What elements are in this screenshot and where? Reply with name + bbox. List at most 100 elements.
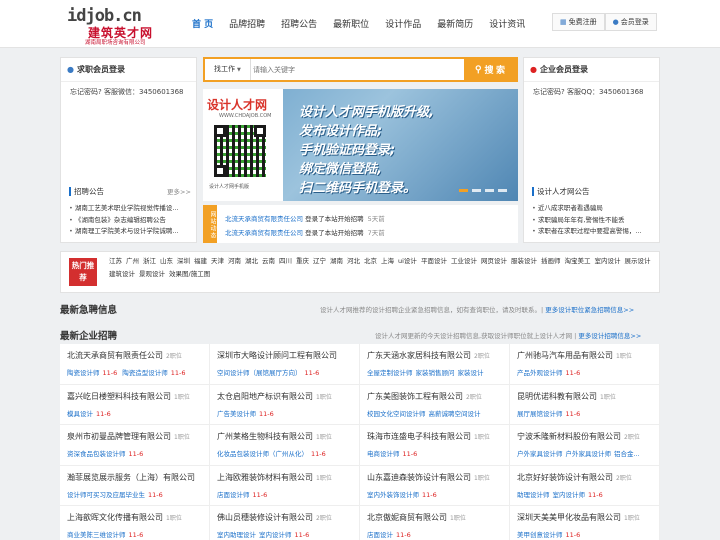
- latest-more-link[interactable]: 更多设计招聘信息>>: [578, 332, 641, 340]
- hot-tag[interactable]: 河南: [228, 256, 241, 267]
- hot-tag[interactable]: 上海: [381, 256, 394, 267]
- register-button[interactable]: ▦ 免费注册: [552, 13, 605, 31]
- job-link[interactable]: 广告美设计师: [217, 410, 256, 418]
- nav-home[interactable]: 首 页: [184, 15, 221, 35]
- job-link[interactable]: 店面设计: [367, 531, 393, 539]
- company-link[interactable]: 太仓启阳地产标识有限公司: [217, 392, 313, 401]
- hot-tag[interactable]: 湖北: [245, 256, 258, 267]
- company-link[interactable]: 广州驰马汽车用品有限公司: [517, 351, 613, 360]
- login-button[interactable]: ● 会员登录: [604, 13, 657, 31]
- hot-tag[interactable]: 湖南: [330, 256, 343, 267]
- hot-tag[interactable]: 江苏: [109, 256, 122, 267]
- hot-tag[interactable]: 平面设计: [421, 256, 447, 267]
- job-link[interactable]: 模具设计: [67, 410, 93, 418]
- company-link[interactable]: 嘉兴屹日楼塑料科技有限公司: [67, 392, 171, 401]
- job-link[interactable]: 校园文化空间设计师: [367, 410, 426, 418]
- urgent-more-link[interactable]: 更多设计职位紧急招聘信息>>: [545, 306, 634, 314]
- hot-tag[interactable]: 服装设计: [511, 256, 537, 267]
- company-link[interactable]: 珠海市连盛电子科技有限公司: [367, 432, 471, 441]
- activity-company-link[interactable]: 北流天承商贸有限责任公司: [225, 229, 303, 237]
- job-link[interactable]: 商业美陈三维设计师: [67, 531, 126, 539]
- job-link[interactable]: 室内设计师: [259, 531, 292, 539]
- job-link[interactable]: 美甲创意设计师: [517, 531, 563, 539]
- list-item[interactable]: 《湖南包装》杂志编辑招聘公告: [69, 215, 194, 227]
- job-link[interactable]: 全屋定制设计师: [367, 369, 413, 377]
- hot-tag[interactable]: 辽宁: [313, 256, 326, 267]
- hot-tag[interactable]: 广州: [126, 256, 139, 267]
- job-link[interactable]: 户外家具设计师: [566, 450, 612, 458]
- carousel-dot[interactable]: [485, 189, 494, 192]
- company-link[interactable]: 广州莱格生物科技有限公司: [217, 432, 313, 441]
- list-item[interactable]: 湖南工艺美术职业学院视觉传播设...: [69, 203, 194, 215]
- list-item[interactable]: 湖南理工学院美术与设计学院诚聘...: [69, 226, 194, 238]
- activity-company-link[interactable]: 北流天承商贸有限责任公司: [225, 215, 303, 223]
- search-type-select[interactable]: 找工作 ▼: [205, 59, 251, 80]
- company-link[interactable]: 北京好好装饰设计有限公司: [517, 473, 613, 482]
- jobseeker-login-title[interactable]: ● 求职会员登录: [61, 58, 196, 82]
- job-link[interactable]: 室内助理设计: [217, 531, 256, 539]
- company-link[interactable]: 上海歆晖文化传播有限公司: [67, 513, 163, 522]
- company-link[interactable]: 宁波禾隆新材料股份有限公司: [517, 432, 621, 441]
- hot-tag[interactable]: 重庆: [296, 256, 309, 267]
- company-link[interactable]: 山东嘉迪森装饰设计有限公司: [367, 473, 471, 482]
- hot-tag[interactable]: 浙江: [143, 256, 156, 267]
- job-link[interactable]: 陶瓷设计师: [67, 369, 100, 377]
- hot-tag[interactable]: 北京: [364, 256, 377, 267]
- job-link[interactable]: 户外家具设计师: [517, 450, 563, 458]
- company-link[interactable]: 深圳天美美甲化妆品有限公司: [517, 513, 621, 522]
- company-link[interactable]: 广东天涵水家居科技有限公司: [367, 351, 471, 360]
- jobseeker-help-line[interactable]: 忘记密码? 客服微信：3450601368: [70, 87, 183, 97]
- hot-tag[interactable]: 室内设计: [594, 256, 620, 267]
- hot-tag[interactable]: 景观设计: [139, 269, 165, 280]
- hot-tag[interactable]: 网页设计: [481, 256, 507, 267]
- search-button[interactable]: ⚲ 搜 索: [464, 59, 516, 80]
- job-link[interactable]: 电商设计师: [367, 450, 400, 458]
- company-link[interactable]: 佛山员穗装修设计有限公司: [217, 513, 313, 522]
- nav-design-works[interactable]: 设计作品: [377, 15, 429, 35]
- company-link[interactable]: 北流天承商贸有限责任公司: [67, 351, 163, 360]
- hot-tag[interactable]: 山东: [160, 256, 173, 267]
- promo-banner[interactable]: 设计人才网 WWW.CHDAJOB.COM 设计人才网手机版 设计人才网手机版升…: [203, 89, 518, 201]
- job-link[interactable]: 设计师可买习及应届毕业生: [67, 491, 145, 499]
- nav-brand-recruit[interactable]: 品牌招聘: [221, 15, 273, 35]
- job-link[interactable]: 助理设计师: [517, 491, 550, 499]
- hot-tag[interactable]: 淘宝美工: [564, 256, 590, 267]
- recruit-notice-more-link[interactable]: 更多>>: [167, 186, 191, 196]
- carousel-dot[interactable]: [459, 189, 468, 192]
- job-link[interactable]: 家装销售顾问: [416, 369, 455, 377]
- job-link[interactable]: 高薪诚聘空间设计: [429, 410, 481, 418]
- hot-tag[interactable]: 深圳: [177, 256, 190, 267]
- employer-help-line[interactable]: 忘记密码? 客服QQ：3450601368: [533, 87, 644, 97]
- job-link[interactable]: 空间设计师（展馆展厅方向）: [217, 369, 302, 377]
- site-logo[interactable]: idjob.cn 建筑英才网 湖南局职场咨询有限公司: [67, 6, 157, 46]
- search-input[interactable]: [253, 61, 463, 78]
- hot-tag[interactable]: 效果图/施工图: [169, 269, 210, 280]
- company-link[interactable]: 北京傲妮商贸有限公司: [367, 513, 447, 522]
- company-link[interactable]: 深圳市大略设计顾问工程有限公司: [217, 351, 337, 360]
- company-link[interactable]: 广东美图装饰工程有限公司: [367, 392, 463, 401]
- hot-tag[interactable]: 插画师: [541, 256, 561, 267]
- job-link[interactable]: 产品外观设计师: [517, 369, 563, 377]
- hot-tag[interactable]: 云南: [262, 256, 275, 267]
- carousel-dot[interactable]: [472, 189, 481, 192]
- nav-latest-resumes[interactable]: 最新简历: [429, 15, 481, 35]
- job-link[interactable]: 资深食品包装设计师: [67, 450, 126, 458]
- hot-tag[interactable]: 展示设计: [624, 256, 650, 267]
- company-link[interactable]: 泉州市初曼品牌管理有限公司: [67, 432, 171, 441]
- nav-design-news[interactable]: 设计资讯: [481, 15, 533, 35]
- job-link[interactable]: 陶瓷造型设计师: [122, 369, 168, 377]
- hot-tag[interactable]: 建筑设计: [109, 269, 135, 280]
- carousel-dot[interactable]: [498, 189, 507, 192]
- hot-tag[interactable]: 河北: [347, 256, 360, 267]
- job-link[interactable]: 化妆品包装设计师（广州从化）: [217, 450, 308, 458]
- list-item[interactable]: 求职者在求职过程中要提高警惕，...: [532, 226, 657, 238]
- company-link[interactable]: 瀚菲展览展示服务（上海）有限公司: [67, 473, 195, 482]
- hot-tag[interactable]: 天津: [211, 256, 224, 267]
- job-link[interactable]: 室内设计师: [553, 491, 586, 499]
- job-link[interactable]: 店面设计师: [217, 491, 250, 499]
- job-link[interactable]: 室内外装饰设计师: [367, 491, 419, 499]
- hot-tag[interactable]: ui设计: [398, 256, 417, 267]
- nav-recruit-notice[interactable]: 招聘公告: [273, 15, 325, 35]
- employer-login-title[interactable]: ● 企业会员登录: [524, 58, 659, 82]
- job-link[interactable]: 家装设计: [458, 369, 484, 377]
